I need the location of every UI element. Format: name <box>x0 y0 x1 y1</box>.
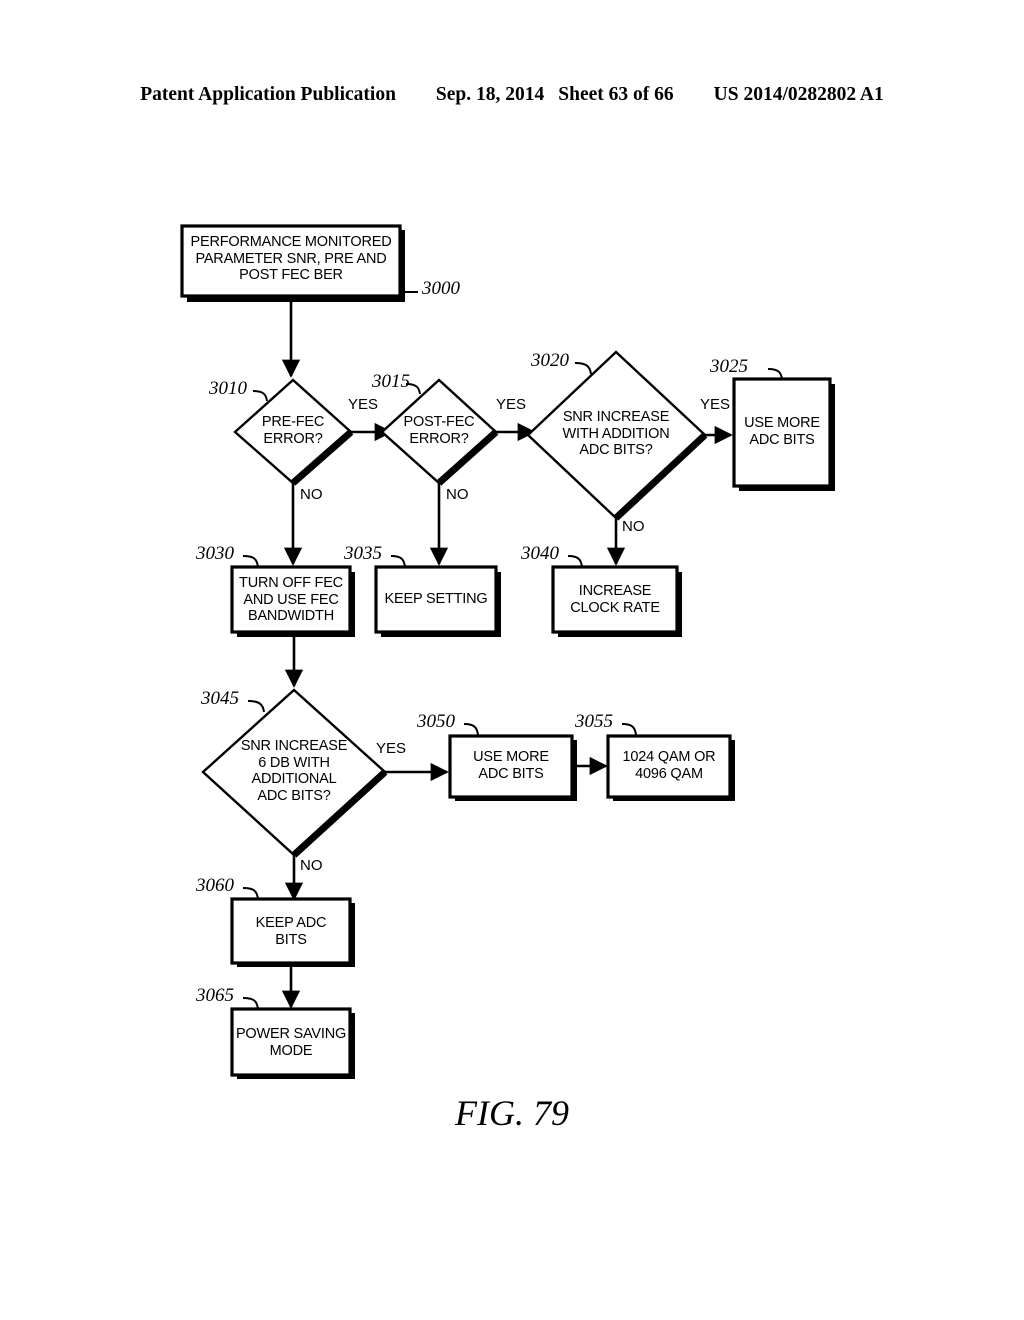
node-3000-box <box>180 224 402 298</box>
edge-label-3015-yes: YES <box>496 396 527 413</box>
ref-numeral-3030: 3030 <box>196 543 234 564</box>
node-3035-box <box>374 565 498 634</box>
ref-numeral-3015: 3015 <box>372 371 410 392</box>
edge-label-3045-yes: YES <box>376 740 407 757</box>
ref-numeral-3050: 3050 <box>417 711 455 732</box>
ref-numeral-3020: 3020 <box>531 350 569 371</box>
node-3010-diamond <box>233 378 353 485</box>
ref-numeral-3065: 3065 <box>196 985 234 1006</box>
leader-3050 <box>463 723 479 736</box>
edge-label-3015-no: NO <box>446 486 469 503</box>
node-3065-box <box>230 1007 352 1077</box>
leader-3055 <box>621 723 637 736</box>
edge-label-3045-no: NO <box>300 857 323 874</box>
edge-label-3010-yes: YES <box>348 396 379 413</box>
ref-numeral-3035: 3035 <box>344 543 382 564</box>
ref-numeral-3040: 3040 <box>521 543 559 564</box>
edge-label-3020-yes: YES <box>700 396 731 413</box>
node-3025-box <box>732 377 832 488</box>
leader-3065 <box>242 997 259 1010</box>
edge-label-3010-no: NO <box>300 486 323 503</box>
patent-figure-page: Patent Application Publication Sep. 18, 2… <box>0 0 1024 1320</box>
leader-3010 <box>252 390 268 402</box>
ref-numeral-3010: 3010 <box>209 378 247 399</box>
leader-3030 <box>242 555 259 568</box>
node-3040-box <box>551 565 679 634</box>
leader-3040 <box>567 555 583 568</box>
leader-3045 <box>247 700 265 713</box>
node-3020-diamond <box>526 350 707 520</box>
node-3015-diamond <box>380 378 498 485</box>
edge-label-3020-no: NO <box>622 518 645 535</box>
node-3045-diamond <box>201 688 387 857</box>
node-3050-box <box>448 734 574 799</box>
figure-caption: FIG. 79 <box>455 1093 569 1133</box>
leader-3020 <box>574 362 592 375</box>
node-3030-box <box>230 565 352 634</box>
ref-numeral-3060: 3060 <box>196 875 234 896</box>
node-3055-box <box>606 734 732 799</box>
node-3060-box <box>230 897 352 965</box>
leader-3060 <box>242 887 259 900</box>
ref-numeral-3025: 3025 <box>710 356 748 377</box>
ref-numeral-3055: 3055 <box>575 711 613 732</box>
leader-3035 <box>390 555 406 568</box>
ref-numeral-3045: 3045 <box>201 688 239 709</box>
ref-numeral-3000: 3000 <box>422 278 460 299</box>
